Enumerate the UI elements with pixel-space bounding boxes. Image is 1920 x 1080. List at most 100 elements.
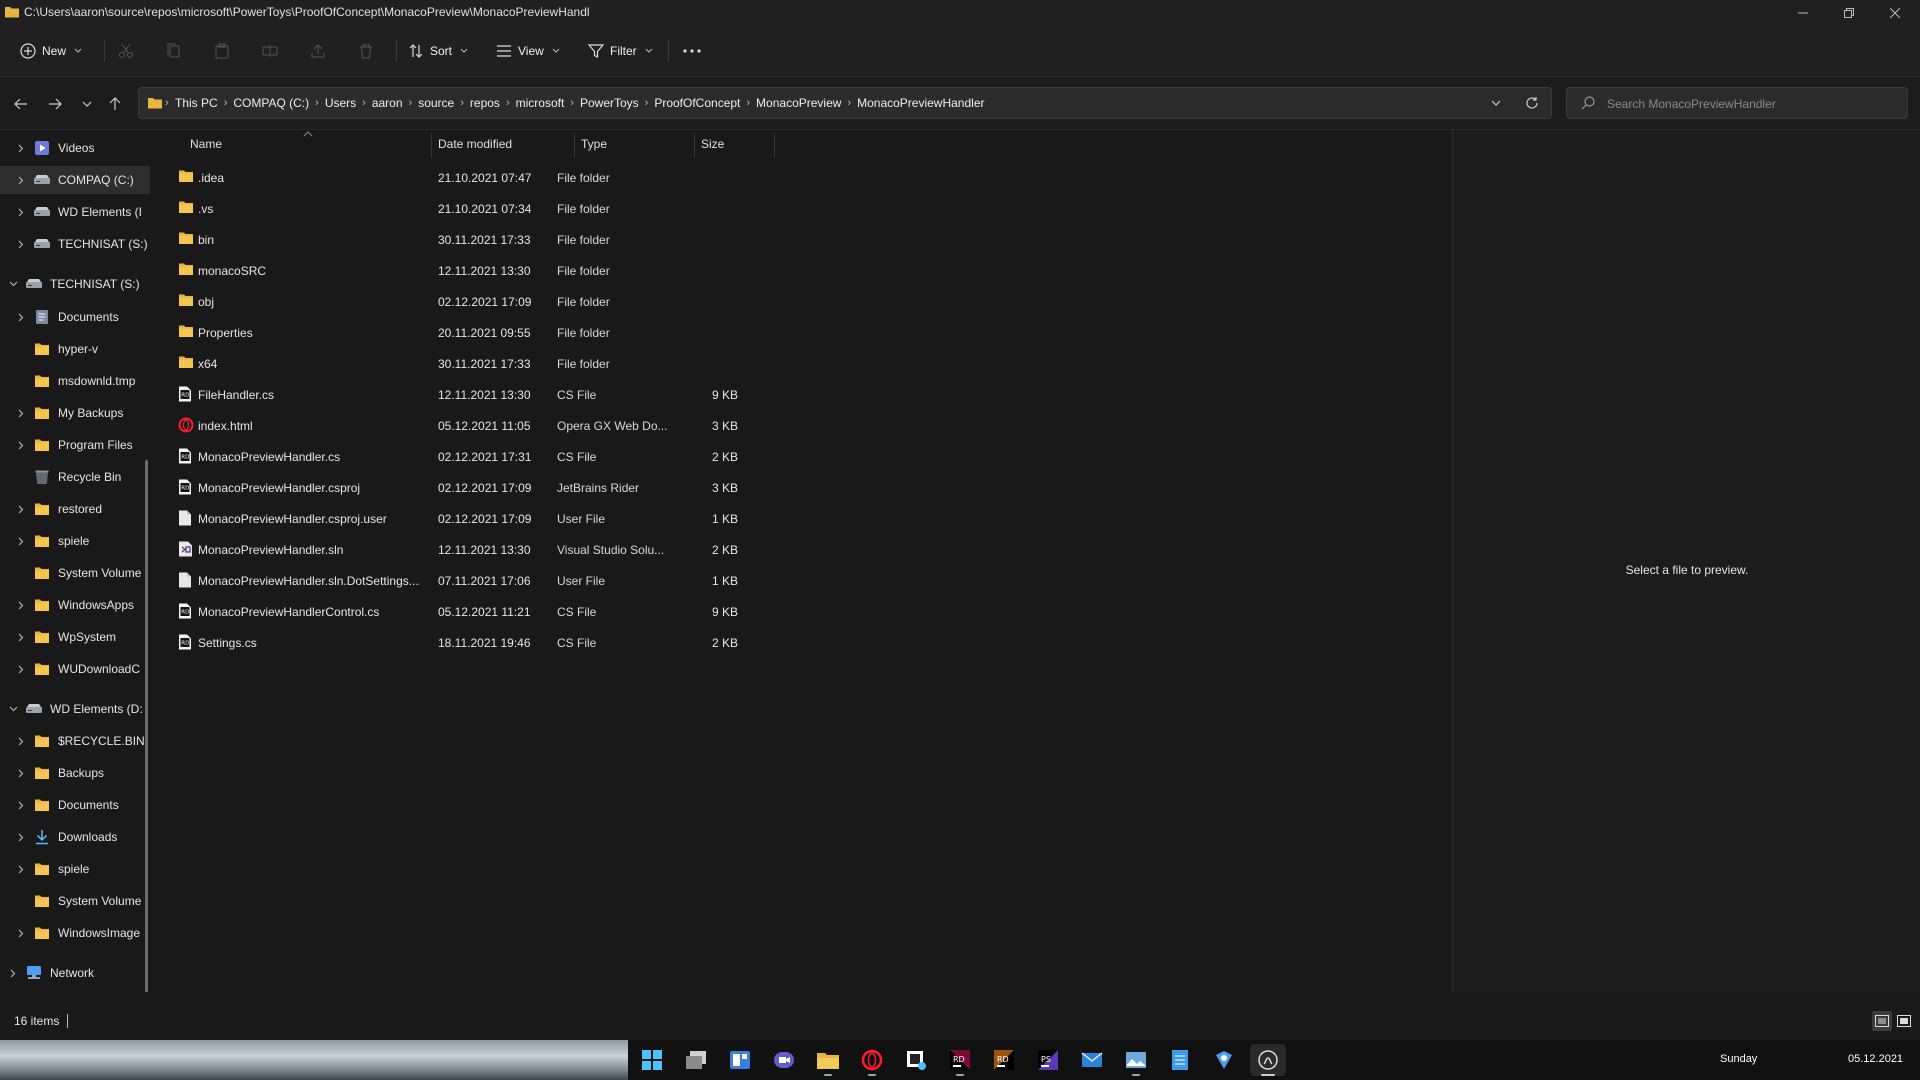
sidebar-item[interactable]: WindowsApps xyxy=(0,591,150,619)
copy-button[interactable] xyxy=(166,38,182,64)
phpstorm-icon[interactable]: PS xyxy=(1030,1044,1066,1076)
chevron-right-icon[interactable] xyxy=(14,240,28,249)
chevron-right-icon[interactable] xyxy=(14,144,28,153)
sidebar-item[interactable]: Downloads xyxy=(0,823,150,851)
column-divider[interactable] xyxy=(774,134,775,158)
chevron-down-icon[interactable] xyxy=(6,706,20,712)
recent-locations-button[interactable] xyxy=(76,93,98,115)
notepad-icon[interactable] xyxy=(1162,1044,1198,1076)
chevron-right-icon[interactable] xyxy=(14,833,28,842)
file-row[interactable]: RD Settings.cs 18.11.2021 19:46 CS File 2 KB xyxy=(174,627,814,658)
chevron-right-icon[interactable] xyxy=(6,969,20,978)
chevron-right-icon[interactable] xyxy=(14,737,28,746)
column-divider[interactable] xyxy=(431,134,432,158)
powertoys-icon[interactable] xyxy=(1206,1044,1242,1076)
breadcrumb-item[interactable]: PowerToys xyxy=(580,96,639,110)
task-view-icon[interactable] xyxy=(678,1044,714,1076)
breadcrumb-item[interactable]: This PC xyxy=(175,96,218,110)
breadcrumb-item[interactable]: MonacoPreviewHandler xyxy=(857,96,984,110)
column-divider[interactable] xyxy=(694,134,695,158)
file-row[interactable]: RD FileHandler.cs 12.11.2021 13:30 CS File 9… xyxy=(174,379,814,410)
back-button[interactable] xyxy=(10,93,32,115)
column-header-name[interactable]: Name xyxy=(190,130,222,158)
opera-gx-icon[interactable] xyxy=(854,1044,890,1076)
view-button[interactable]: View xyxy=(496,38,560,64)
column-divider[interactable] xyxy=(574,134,575,158)
restore-button[interactable] xyxy=(1826,0,1872,26)
chevron-right-icon[interactable] xyxy=(14,409,28,418)
delete-button[interactable] xyxy=(358,38,374,64)
rename-button[interactable] xyxy=(262,38,278,64)
sidebar-item[interactable]: Recycle Bin xyxy=(0,463,150,491)
up-button[interactable] xyxy=(104,93,126,115)
breadcrumb-item[interactable]: ProofOfConcept xyxy=(654,96,740,110)
file-row[interactable]: RD MonacoPreviewHandler.cs 02.12.2021 17:3… xyxy=(174,441,814,472)
sidebar-item[interactable]: TECHNISAT (S:) xyxy=(0,270,150,298)
chevron-right-icon[interactable] xyxy=(14,601,28,610)
sidebar-item[interactable]: Documents xyxy=(0,303,150,331)
snipping-tool-icon[interactable] xyxy=(898,1044,934,1076)
close-button[interactable] xyxy=(1872,0,1918,26)
rider-eap-icon[interactable]: RD xyxy=(986,1044,1022,1076)
breadcrumb-item[interactable]: COMPAQ (C:) xyxy=(233,96,309,110)
minimize-button[interactable] xyxy=(1780,0,1826,26)
breadcrumb-item[interactable]: source xyxy=(418,96,454,110)
rider-icon[interactable]: RD xyxy=(942,1044,978,1076)
mail-icon[interactable] xyxy=(1074,1044,1110,1076)
paste-button[interactable] xyxy=(214,38,230,64)
file-row[interactable]: .idea 21.10.2021 07:47 File folder xyxy=(174,162,814,193)
forward-button[interactable] xyxy=(44,93,66,115)
cut-button[interactable] xyxy=(118,38,134,64)
file-row[interactable]: RD MonacoPreviewHandler.csproj 02.12.2021 … xyxy=(174,472,814,503)
file-explorer-icon[interactable] xyxy=(810,1044,846,1076)
chevron-down-icon[interactable] xyxy=(6,281,20,287)
column-header-size[interactable]: Size xyxy=(701,130,724,158)
file-row[interactable]: x64 30.11.2021 17:33 File folder xyxy=(174,348,814,379)
taskbar-date[interactable]: 05.12.2021 xyxy=(1848,1053,1903,1065)
sidebar-item[interactable]: Program Files xyxy=(0,431,150,459)
start-icon[interactable] xyxy=(634,1044,670,1076)
search-input[interactable] xyxy=(1605,94,1899,114)
column-header-type[interactable]: Type xyxy=(581,130,607,158)
sidebar-item[interactable]: restored xyxy=(0,495,150,523)
chevron-right-icon[interactable] xyxy=(14,665,28,674)
sidebar-item[interactable]: Network xyxy=(0,959,150,987)
column-header-date[interactable]: Date modified xyxy=(438,130,512,158)
widgets-icon[interactable] xyxy=(722,1044,758,1076)
breadcrumb-item[interactable]: microsoft xyxy=(516,96,565,110)
sidebar-item[interactable]: TECHNISAT (S:) xyxy=(0,230,150,258)
file-row[interactable]: .vs 21.10.2021 07:34 File folder xyxy=(174,193,814,224)
teams-chat-icon[interactable] xyxy=(766,1044,802,1076)
sidebar-item[interactable]: Backups xyxy=(0,759,150,787)
sidebar-item[interactable]: COMPAQ (C:) xyxy=(0,166,150,194)
file-row[interactable]: RD MonacoPreviewHandlerControl.cs 05.12.20… xyxy=(174,596,814,627)
chevron-right-icon[interactable] xyxy=(14,208,28,217)
sidebar-item[interactable]: $RECYCLE.BIN xyxy=(0,727,150,755)
chevron-right-icon[interactable] xyxy=(14,537,28,546)
breadcrumb-item[interactable]: Users xyxy=(325,96,356,110)
breadcrumb-item[interactable]: repos xyxy=(470,96,500,110)
sidebar-item[interactable]: hyper-v xyxy=(0,335,150,363)
address-history-dropdown[interactable] xyxy=(1491,100,1501,106)
sidebar-item[interactable]: msdownld.tmp xyxy=(0,367,150,395)
sidebar-scrollbar[interactable] xyxy=(145,460,148,992)
file-row[interactable]: MonacoPreviewHandler.sln.DotSettings....… xyxy=(174,565,814,596)
chevron-right-icon[interactable] xyxy=(14,313,28,322)
sidebar-item[interactable]: System Volume xyxy=(0,559,150,587)
sidebar-item[interactable]: WD Elements (D: xyxy=(0,695,150,723)
chevron-right-icon[interactable] xyxy=(14,801,28,810)
file-row[interactable]: monacoSRC 12.11.2021 13:30 File folder xyxy=(174,255,814,286)
sidebar-item[interactable]: Videos xyxy=(0,134,150,162)
sidebar-item[interactable]: WindowsImage xyxy=(0,919,150,947)
sidebar-item[interactable]: My Backups xyxy=(0,399,150,427)
sidebar-item[interactable]: WD Elements (I xyxy=(0,198,150,226)
chevron-right-icon[interactable] xyxy=(14,769,28,778)
file-row[interactable]: index.html 05.12.2021 11:05 Opera GX Web D… xyxy=(174,410,814,441)
breadcrumb-item[interactable]: aaron xyxy=(372,96,403,110)
file-row[interactable]: obj 02.12.2021 17:09 File folder xyxy=(174,286,814,317)
github-desktop-icon[interactable] xyxy=(1250,1044,1286,1076)
sidebar-item[interactable]: spiele xyxy=(0,855,150,883)
photos-icon[interactable] xyxy=(1118,1044,1154,1076)
sidebar-item[interactable]: System Volume xyxy=(0,887,150,915)
file-row[interactable]: Properties 20.11.2021 09:55 File folder xyxy=(174,317,814,348)
